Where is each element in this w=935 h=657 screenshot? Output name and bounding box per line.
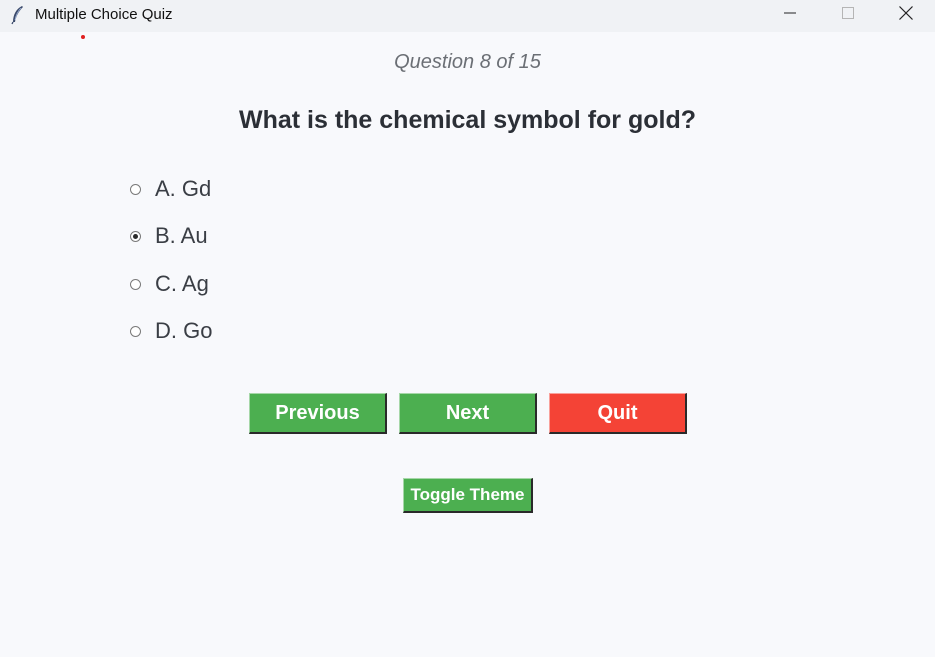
- close-icon: [899, 5, 913, 25]
- close-button[interactable]: [877, 0, 935, 30]
- title-bar[interactable]: Multiple Choice Quiz: [0, 0, 935, 32]
- option-a[interactable]: A. Gd: [130, 174, 211, 204]
- radio-button[interactable]: [130, 278, 141, 290]
- feather-icon: [10, 5, 26, 25]
- maximize-button[interactable]: [819, 0, 877, 30]
- option-label: C. Ag: [155, 271, 209, 296]
- previous-button[interactable]: Previous: [249, 393, 387, 434]
- option-label: D. Go: [155, 318, 213, 343]
- minimize-icon: [784, 6, 796, 24]
- option-d[interactable]: D. Go: [130, 316, 212, 346]
- option-label: A. Gd: [155, 176, 212, 201]
- quiz-window: Multiple Choice Quiz Question 8 of 15 Wh…: [0, 0, 935, 657]
- toggle-theme-button[interactable]: Toggle Theme: [403, 478, 533, 513]
- indicator-dot: [81, 35, 85, 39]
- question-text: What is the chemical symbol for gold?: [238, 106, 696, 134]
- maximize-icon: [842, 6, 854, 24]
- radio-button-selected[interactable]: [130, 230, 141, 242]
- minimize-button[interactable]: [761, 0, 819, 30]
- quit-button[interactable]: Quit: [549, 393, 687, 434]
- radio-button[interactable]: [130, 325, 141, 337]
- option-c[interactable]: C. Ag: [130, 269, 209, 299]
- option-b[interactable]: B. Au: [130, 221, 208, 251]
- window-title: Multiple Choice Quiz: [35, 6, 173, 23]
- option-label: B. Au: [155, 223, 208, 248]
- question-progress: Question 8 of 15: [394, 51, 541, 73]
- next-button[interactable]: Next: [399, 393, 537, 434]
- radio-button[interactable]: [130, 183, 141, 195]
